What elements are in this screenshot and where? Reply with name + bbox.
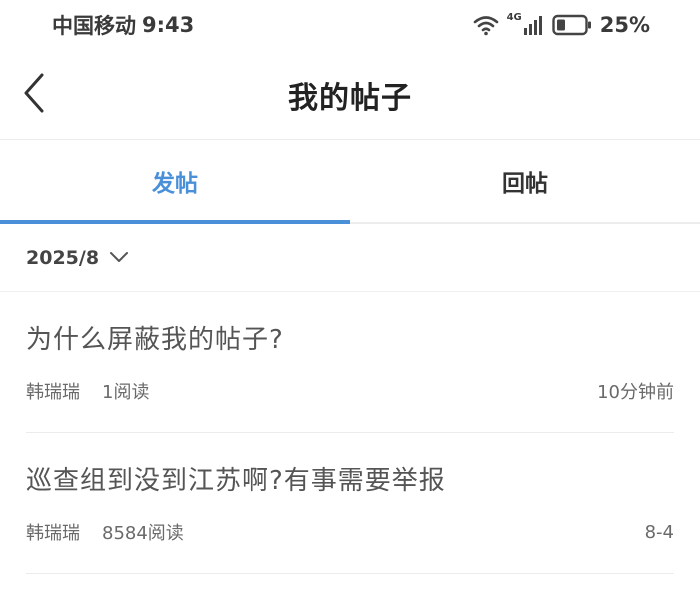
post-timestamp: 8-4 <box>644 521 674 543</box>
carrier-name: 中国移动 <box>52 14 136 38</box>
post-item[interactable]: 巡查组到没到江苏啊?有事需要举报 韩瑞瑞 8584阅读 8-4 <box>26 433 674 574</box>
battery-percent: 25% <box>599 13 650 37</box>
tab-replies-label: 回帖 <box>502 171 548 197</box>
chevron-left-icon <box>22 73 46 117</box>
network-type-label: 4G <box>506 12 522 23</box>
post-read-count: 8584阅读 <box>102 523 184 544</box>
status-left: 中国移动 9:43 <box>52 10 194 40</box>
post-author: 韩瑞瑞 <box>26 382 80 403</box>
tab-posts[interactable]: 发帖 <box>0 140 350 224</box>
post-timestamp: 10分钟前 <box>597 382 674 403</box>
wifi-icon <box>473 14 499 36</box>
post-meta: 韩瑞瑞 8584阅读 8-4 <box>26 519 674 545</box>
post-item[interactable]: 为什么屏蔽我的帖子? 韩瑞瑞 1阅读 10分钟前 <box>26 292 674 433</box>
cellular-signal-icon: 4G <box>506 12 544 35</box>
chevron-down-icon <box>109 248 129 267</box>
tab-posts-label: 发帖 <box>152 171 198 197</box>
clock: 9:43 <box>142 13 195 37</box>
post-list: 为什么屏蔽我的帖子? 韩瑞瑞 1阅读 10分钟前 巡查组到没到江苏啊?有事需要举… <box>0 292 700 574</box>
tab-bar: 发帖 回帖 <box>0 140 700 224</box>
back-button[interactable] <box>14 69 54 121</box>
page-title: 我的帖子 <box>288 80 412 116</box>
post-read-count: 1阅读 <box>102 382 150 403</box>
post-title: 巡查组到没到江苏啊?有事需要举报 <box>26 466 446 496</box>
month-filter-dropdown[interactable]: 2025/8 <box>0 224 700 292</box>
post-meta: 韩瑞瑞 1阅读 10分钟前 <box>26 378 674 404</box>
post-title: 为什么屏蔽我的帖子? <box>26 325 284 355</box>
status-bar: 中国移动 9:43 4G 25% <box>0 0 700 50</box>
tab-replies[interactable]: 回帖 <box>350 140 700 222</box>
post-author: 韩瑞瑞 <box>26 523 80 544</box>
status-right: 4G 25% <box>473 13 650 37</box>
month-filter-label: 2025/8 <box>26 246 100 269</box>
battery-icon <box>552 14 592 36</box>
nav-bar: 我的帖子 <box>0 50 700 140</box>
